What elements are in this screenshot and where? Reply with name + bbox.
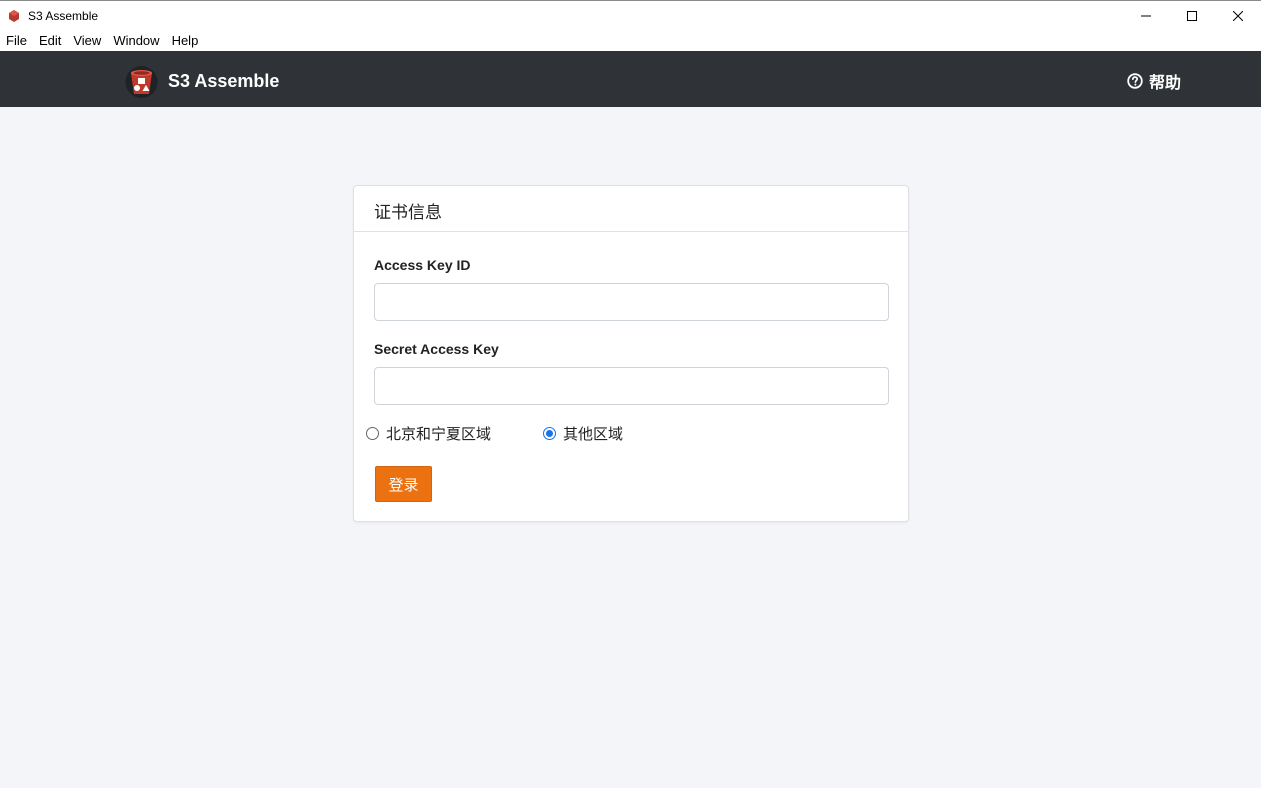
secret-key-input[interactable] — [374, 367, 889, 405]
help-link[interactable]: 帮助 — [1127, 69, 1181, 93]
region-option-other[interactable]: 其他区域 — [543, 423, 623, 444]
menu-view[interactable]: View — [67, 30, 107, 51]
window-title: S3 Assemble — [28, 8, 99, 23]
brand-name: S3 Assemble — [168, 71, 280, 91]
menu-file[interactable]: File — [0, 30, 33, 51]
menu-edit[interactable]: Edit — [33, 30, 67, 51]
access-key-label: Access Key ID — [374, 257, 471, 273]
help-label: 帮助 — [1148, 73, 1181, 92]
region-option-beijing-ningxia[interactable]: 北京和宁夏区域 — [366, 423, 491, 444]
login-button[interactable]: 登录 — [375, 466, 432, 502]
region-option-label: 北京和宁夏区域 — [386, 425, 492, 443]
credentials-card: 证书信息 Access Key ID Secret Access Key 北京和… — [353, 185, 909, 522]
window-controls — [1123, 1, 1261, 31]
top-navbar: S3 Assemble 帮助 — [0, 51, 1261, 107]
menu-help[interactable]: Help — [166, 30, 205, 51]
card-title: 证书信息 — [354, 186, 908, 232]
secret-key-label: Secret Access Key — [374, 341, 499, 357]
maximize-icon — [1187, 11, 1197, 21]
app-icon — [9, 9, 19, 22]
maximize-button[interactable] — [1169, 1, 1215, 31]
window-titlebar: S3 Assemble — [0, 0, 1261, 30]
menu-window[interactable]: Window — [107, 30, 165, 51]
close-icon — [1233, 11, 1243, 21]
s3-bucket-logo-icon — [125, 66, 158, 98]
minimize-icon — [1141, 15, 1151, 17]
minimize-button[interactable] — [1123, 1, 1169, 31]
question-circle-icon — [1127, 73, 1143, 89]
radio-checked[interactable] — [543, 427, 556, 440]
brand[interactable]: S3 Assemble — [125, 65, 279, 98]
access-key-input[interactable] — [374, 283, 889, 321]
close-button[interactable] — [1215, 1, 1261, 31]
region-option-label: 其他区域 — [563, 425, 624, 443]
menubar: File Edit View Window Help — [0, 30, 1261, 51]
card-body: Access Key ID Secret Access Key 北京和宁夏区域 … — [354, 257, 908, 447]
radio-unchecked[interactable] — [366, 427, 379, 440]
region-radio-group: 北京和宁夏区域 其他区域 — [366, 417, 888, 447]
